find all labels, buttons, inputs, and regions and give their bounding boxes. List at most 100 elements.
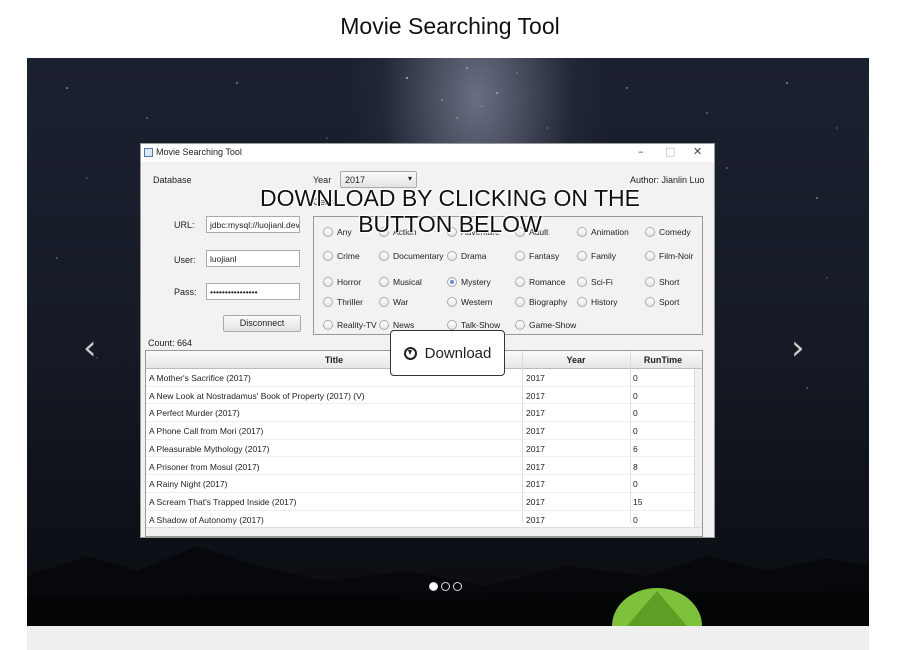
genre-radio-biography[interactable]: Biography: [515, 297, 567, 307]
password-input[interactable]: ••••••••••••••••: [206, 283, 300, 300]
radio-circle[interactable]: [323, 277, 333, 287]
radio-circle[interactable]: [447, 320, 457, 330]
radio-circle[interactable]: [515, 297, 525, 307]
genre-radio-sci-fi[interactable]: Sci-Fi: [577, 277, 613, 287]
radio-circle[interactable]: [645, 297, 655, 307]
genre-radio-horror[interactable]: Horror: [323, 277, 361, 287]
genre-radio-label: Sport: [659, 297, 680, 307]
radio-circle[interactable]: [645, 277, 655, 287]
genre-radio-label: Romance: [529, 277, 566, 287]
cell-runtime: 0: [633, 408, 638, 419]
genre-radio-label: Talk-Show: [461, 320, 501, 330]
genre-radio-musical[interactable]: Musical: [379, 277, 422, 287]
genre-radio-war[interactable]: War: [379, 297, 408, 307]
radio-circle[interactable]: [323, 251, 333, 261]
cell-title: A Scream That's Trapped Inside (2017): [149, 496, 297, 507]
download-button[interactable]: Download: [390, 330, 505, 376]
radio-circle[interactable]: [323, 320, 333, 330]
genre-radio-label: Reality-TV: [337, 320, 377, 330]
user-label: User:: [174, 255, 196, 265]
cell-year: 2017: [526, 479, 545, 490]
user-input[interactable]: luojianl: [206, 250, 300, 267]
carousel-next-button[interactable]: ›: [791, 328, 805, 368]
radio-circle[interactable]: [645, 251, 655, 261]
genre-radio-label: War: [393, 297, 409, 307]
page-title: Movie Searching Tool: [340, 13, 560, 39]
radio-circle[interactable]: [447, 251, 457, 261]
radio-circle[interactable]: [447, 297, 457, 307]
url-label: URL:: [174, 220, 195, 230]
table-row[interactable]: A Pleasurable Mythology (2017) 2017 6: [146, 440, 696, 458]
genre-radio-documentary[interactable]: Documentary: [379, 251, 444, 261]
genre-radio-reality-tv[interactable]: Reality-TV: [323, 320, 377, 330]
table-row[interactable]: A Shadow of Autonomy (2017) 2017 0: [146, 511, 696, 529]
horizontal-scrollbar[interactable]: [146, 527, 702, 536]
genre-radio-history[interactable]: History: [577, 297, 617, 307]
genre-radio-label: History: [591, 297, 618, 307]
pass-label: Pass:: [174, 287, 197, 297]
genre-radio-drama[interactable]: Drama: [447, 251, 487, 261]
genre-radio-mystery[interactable]: Mystery: [447, 277, 491, 287]
cell-runtime: 15: [633, 496, 643, 507]
cell-year: 2017: [526, 461, 545, 472]
radio-circle[interactable]: [379, 251, 389, 261]
minimize-button[interactable]: –: [638, 145, 644, 158]
genre-radio-news[interactable]: News: [379, 320, 414, 330]
genre-radio-family[interactable]: Family: [577, 251, 616, 261]
genre-radio-crime[interactable]: Crime: [323, 251, 360, 261]
genre-radio-label: Horror: [337, 277, 362, 287]
result-count: Count: 664: [148, 338, 193, 348]
genre-radio-fantasy[interactable]: Fantasy: [515, 251, 559, 261]
radio-circle[interactable]: [577, 277, 587, 287]
genre-radio-label: Sci-Fi: [591, 277, 613, 287]
table-row[interactable]: A Scream That's Trapped Inside (2017) 201…: [146, 493, 696, 511]
radio-circle[interactable]: [379, 297, 389, 307]
window-titlebar: Movie Searching Tool – □ ✕: [141, 144, 714, 162]
table-row[interactable]: A New Look at Nostradamus' Book of Prope…: [146, 387, 696, 405]
genre-radio-label: Short: [659, 277, 680, 287]
radio-circle[interactable]: [447, 277, 457, 287]
cell-runtime: 6: [633, 443, 638, 454]
radio-circle[interactable]: [577, 251, 587, 261]
cell-title: A Rainy Night (2017): [149, 479, 228, 490]
radio-circle[interactable]: [515, 251, 525, 261]
genre-radio-game-show[interactable]: Game-Show: [515, 320, 576, 330]
carousel-dot-1[interactable]: [429, 582, 438, 591]
column-header-runtime[interactable]: RunTime: [630, 355, 696, 365]
maximize-button[interactable]: □: [665, 145, 675, 158]
genre-radio-film-noir[interactable]: Film-Noir: [645, 251, 693, 261]
table-row[interactable]: A Perfect Murder (2017) 2017 0: [146, 404, 696, 423]
column-header-year[interactable]: Year: [522, 355, 630, 365]
radio-circle[interactable]: [379, 277, 389, 287]
genre-radio-western[interactable]: Western: [447, 297, 493, 307]
table-row[interactable]: A Phone Call from Mori (2017) 2017 0: [146, 422, 696, 440]
radio-circle[interactable]: [379, 320, 389, 330]
window-title: Movie Searching Tool: [156, 147, 242, 157]
database-label: Database: [153, 175, 192, 185]
table-row[interactable]: A Prisoner from Mosul (2017) 2017 8: [146, 458, 696, 476]
genre-radio-sport[interactable]: Sport: [645, 297, 679, 307]
table-row[interactable]: A Rainy Night (2017) 2017 0: [146, 475, 696, 493]
genre-radio-label: Musical: [393, 277, 422, 287]
genre-radio-romance[interactable]: Romance: [515, 277, 565, 287]
radio-circle[interactable]: [515, 277, 525, 287]
cell-title: A Perfect Murder (2017): [149, 408, 240, 419]
radio-circle[interactable]: [577, 297, 587, 307]
genre-radio-label: Documentary: [393, 251, 444, 261]
results-table: Title Year RunTime A Mother's Sacrifice …: [145, 350, 703, 537]
disconnect-button[interactable]: Disconnect: [223, 315, 301, 332]
year-select-value: 2017: [345, 175, 366, 185]
genre-radio-short[interactable]: Short: [645, 277, 679, 287]
vertical-scrollbar[interactable]: [694, 369, 702, 527]
radio-circle[interactable]: [323, 297, 333, 307]
radio-circle[interactable]: [515, 320, 525, 330]
carousel-prev-button[interactable]: ‹: [83, 328, 97, 368]
genre-radio-label: News: [393, 320, 415, 330]
carousel-dot-2[interactable]: [441, 582, 450, 591]
genre-radio-talk-show[interactable]: Talk-Show: [447, 320, 500, 330]
genre-radio-thriller[interactable]: Thriller: [323, 297, 363, 307]
app-icon: [144, 148, 153, 157]
close-button[interactable]: ✕: [693, 145, 702, 158]
carousel-dot-3[interactable]: [453, 582, 462, 591]
cell-year: 2017: [526, 373, 545, 383]
